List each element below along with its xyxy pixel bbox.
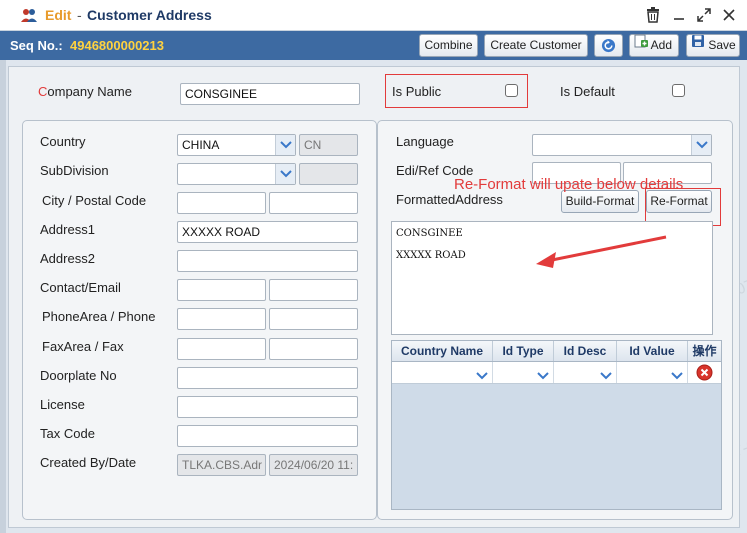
language-select[interactable] xyxy=(532,134,712,156)
fax-area-input[interactable] xyxy=(177,338,266,360)
id-type-cell[interactable] xyxy=(493,362,554,383)
chevron-down-icon xyxy=(275,135,295,155)
column-id-value: Id Value xyxy=(617,341,688,361)
toolbar: Seq No.: 4946800000213 Combine Create Cu… xyxy=(0,31,747,60)
phone-input[interactable] xyxy=(269,308,358,330)
doorplate-input[interactable] xyxy=(177,367,358,389)
city-postal-label: City / Postal Code xyxy=(42,193,147,208)
subdivision-label: SubDivision xyxy=(40,163,109,178)
country-value: CHINA xyxy=(182,138,220,152)
address2-label: Address2 xyxy=(40,251,95,266)
doorplate-label: Doorplate No xyxy=(40,368,117,383)
subdivision-select[interactable] xyxy=(177,163,296,185)
add-icon xyxy=(634,34,648,55)
chevron-down-icon xyxy=(275,164,295,184)
maximize-icon[interactable] xyxy=(693,5,715,25)
users-icon xyxy=(20,7,38,23)
is-public-label: Is Public xyxy=(392,84,442,99)
company-name-label-text: ompany Name xyxy=(47,84,132,99)
add-label: Add xyxy=(650,38,673,52)
create-customer-button[interactable]: Create Customer xyxy=(484,34,588,57)
column-id-desc: Id Desc xyxy=(554,341,617,361)
left-edge xyxy=(0,60,6,533)
created-by-label: Created By/Date xyxy=(40,455,137,470)
required-marker: C xyxy=(38,84,48,99)
subdivision-code-input xyxy=(299,163,358,185)
identification-grid: Country Name Id Type Id Desc Id Value 操作 xyxy=(391,340,722,510)
country-select[interactable]: CHINA xyxy=(177,134,296,156)
formatted-line-1: CONSGINEE xyxy=(396,228,463,239)
id-desc-cell[interactable] xyxy=(554,362,617,383)
license-input[interactable] xyxy=(177,396,358,418)
table-row xyxy=(392,362,721,384)
refresh-icon xyxy=(601,38,616,56)
formatted-address-label: FormattedAddress xyxy=(396,192,503,207)
chevron-down-icon xyxy=(671,368,683,383)
refresh-button[interactable] xyxy=(594,34,623,57)
is-default-label: Is Default xyxy=(560,84,615,99)
edit-label: Edit xyxy=(45,7,72,23)
save-label: Save xyxy=(708,38,736,52)
chevron-down-icon xyxy=(691,135,711,155)
chevron-down-icon xyxy=(537,368,549,383)
column-id-type: Id Type xyxy=(493,341,554,361)
add-button[interactable]: Add xyxy=(629,34,679,57)
fax-input[interactable] xyxy=(269,338,358,360)
address-panel: Country CHINA CN SubDivision City / Post… xyxy=(22,120,377,520)
save-icon xyxy=(691,34,705,55)
annotation-text: Re-Format will upate below details xyxy=(454,176,684,193)
country-code-input: CN xyxy=(299,134,358,156)
id-value-cell[interactable] xyxy=(617,362,688,383)
address1-input[interactable]: XXXXX ROAD xyxy=(177,221,358,243)
trash-icon[interactable] xyxy=(642,5,664,25)
created-by-input: TLKA.CBS.Adr xyxy=(177,454,266,476)
country-name-cell[interactable] xyxy=(392,362,493,383)
window-title: Customer Address xyxy=(87,7,212,23)
address2-input[interactable] xyxy=(177,250,358,272)
delete-icon[interactable] xyxy=(696,364,713,384)
title-separator: - xyxy=(77,7,82,23)
address1-label: Address1 xyxy=(40,222,95,237)
action-cell xyxy=(688,362,721,383)
close-icon[interactable] xyxy=(718,5,740,25)
formatted-address-textarea[interactable]: CONSGINEE XXXXX ROAD xyxy=(391,221,713,335)
phone-label: PhoneArea / Phone xyxy=(42,309,156,324)
seq-value: 4946800000213 xyxy=(70,38,164,53)
language-label: Language xyxy=(396,134,454,149)
column-country-name: Country Name xyxy=(392,341,493,361)
phone-area-input[interactable] xyxy=(177,308,266,330)
company-name-input[interactable]: CONSGINEE xyxy=(180,83,360,105)
main-form: Company Name CONSGINEE Is Public Is Defa… xyxy=(8,66,740,528)
title-bar: Edit - Customer Address xyxy=(0,0,747,31)
tax-code-input[interactable] xyxy=(177,425,358,447)
minimize-icon[interactable] xyxy=(668,5,690,25)
email-input[interactable] xyxy=(269,279,358,301)
chevron-down-icon xyxy=(476,368,488,383)
company-name-label: Company Name xyxy=(38,84,132,99)
fax-label: FaxArea / Fax xyxy=(42,339,124,354)
is-public-checkbox[interactable] xyxy=(505,84,518,97)
build-format-button[interactable]: Build-Format xyxy=(561,190,639,213)
created-date-input: 2024/06/20 11: xyxy=(269,454,358,476)
grid-header: Country Name Id Type Id Desc Id Value 操作 xyxy=(392,341,721,362)
license-label: License xyxy=(40,397,85,412)
contact-input[interactable] xyxy=(177,279,266,301)
city-input[interactable] xyxy=(177,192,266,214)
contact-email-label: Contact/Email xyxy=(40,280,121,295)
tax-code-label: Tax Code xyxy=(40,426,95,441)
column-action: 操作 xyxy=(692,344,717,358)
chevron-down-icon xyxy=(600,368,612,383)
seq-label: Seq No.: xyxy=(10,38,63,53)
is-default-checkbox[interactable] xyxy=(672,84,685,97)
save-button[interactable]: Save xyxy=(686,34,740,57)
postal-code-input[interactable] xyxy=(269,192,358,214)
formatted-line-2: XXXXX ROAD xyxy=(396,250,466,261)
country-label: Country xyxy=(40,134,86,149)
combine-button[interactable]: Combine xyxy=(419,34,478,57)
